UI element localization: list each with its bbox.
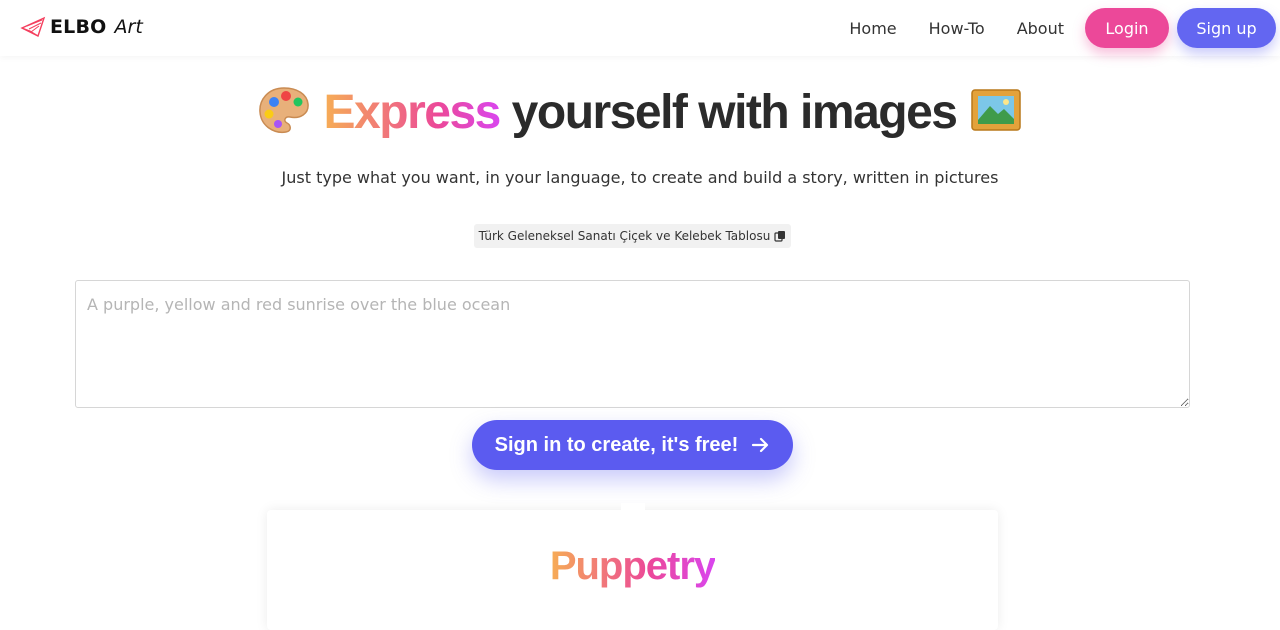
framed-picture-icon	[971, 89, 1022, 131]
artist-palette-icon	[258, 87, 309, 134]
nav-link-about[interactable]: About	[1017, 19, 1064, 38]
nav-links: Home How-To About Login Sign up	[849, 0, 1280, 56]
copy-icon[interactable]	[774, 230, 786, 242]
hero-title-rest: yourself with images	[511, 86, 958, 139]
brand-name: ELBO	[50, 16, 107, 38]
hero-subtitle: Just type what you want, in your languag…	[281, 168, 999, 187]
style-card-title: Puppetry	[549, 544, 716, 588]
navbar: ELBO Art Home How-To About Login Sign up	[0, 0, 1280, 56]
prompt-input[interactable]	[75, 280, 1190, 408]
arrow-right-icon	[752, 437, 769, 453]
paper-plane-logo-icon	[20, 16, 46, 37]
nav-link-home[interactable]: Home	[849, 19, 896, 38]
brand-suffix: Art	[114, 16, 143, 38]
style-card: Puppetry	[267, 510, 998, 630]
suggestion-chip[interactable]: Türk Geleneksel Sanatı Çiçek ve Kelebek …	[474, 224, 791, 248]
suggestion-text: Türk Geleneksel Sanatı Çiçek ve Kelebek …	[478, 229, 771, 243]
brand-logo-link[interactable]: ELBO Art	[20, 16, 143, 38]
signup-button[interactable]: Sign up	[1177, 8, 1276, 48]
hero-title: Express yourself with images	[0, 82, 1280, 140]
cta-label: Sign in to create, it's free!	[494, 433, 739, 456]
hero-title-highlight: Express	[323, 86, 502, 139]
card-notch	[621, 503, 645, 517]
sign-in-to-create-button[interactable]: Sign in to create, it's free!	[472, 420, 793, 470]
nav-link-how-to[interactable]: How-To	[929, 19, 985, 38]
login-button[interactable]: Login	[1085, 8, 1169, 48]
